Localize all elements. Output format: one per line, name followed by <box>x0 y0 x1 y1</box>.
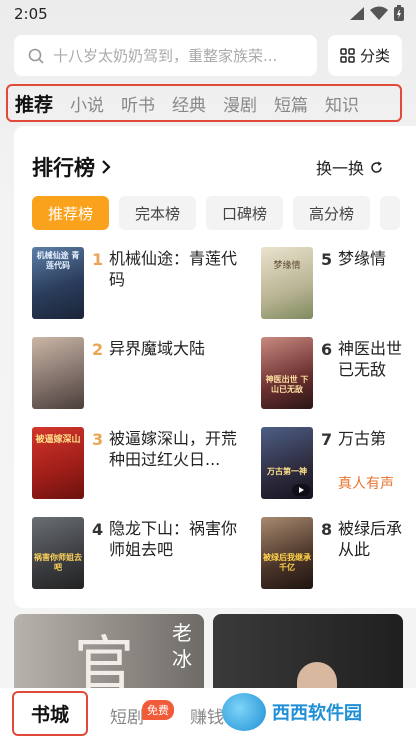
book-item[interactable]: 被逼嫁深山 3 被逼嫁深山，开荒种田过红火日... <box>32 427 262 505</box>
tab-audiobook[interactable]: 听书 <box>121 91 155 116</box>
tab-knowledge[interactable]: 知识 <box>325 91 359 116</box>
book-cover: 被绿后我继承千亿 <box>261 517 313 589</box>
book-cover: 万古第一神 <box>261 427 313 499</box>
book-item[interactable]: 梦缘情 5 梦缘情 <box>261 247 416 325</box>
book-title: 机械仙途：青莲代码 <box>109 249 238 289</box>
book-item[interactable]: 祸害你师姐去吧 4 隐龙下山：祸害你师姐去吧 <box>32 517 262 595</box>
nav-bookstore[interactable]: 书城 <box>12 691 88 736</box>
book-item[interactable]: 2 异界魔域大陆 <box>32 337 262 415</box>
nav-bookstore-label: 书城 <box>30 704 69 726</box>
promo-left-sub: 老冰 <box>172 621 192 671</box>
book-title: 异界魔域大陆 <box>109 339 206 358</box>
play-icon <box>292 484 310 496</box>
book-cover: 神医出世 下山已无敌 <box>261 337 313 409</box>
status-icons <box>350 5 404 21</box>
tab-novel[interactable]: 小说 <box>70 91 104 116</box>
book-cover-text: 梦缘情 <box>273 261 301 271</box>
book-rank: 4 <box>92 520 104 539</box>
ranking-card: 排行榜 换一换 推荐榜 完本榜 口碑榜 高分榜 机械仙途 青莲代码 1 机械仙途… <box>14 126 416 608</box>
nav-short-drama[interactable]: 短剧 <box>110 703 144 728</box>
ranking-title: 排行榜 <box>32 156 95 180</box>
free-badge: 免费 <box>142 700 174 720</box>
book-cover: 梦缘情 <box>261 247 313 319</box>
refresh-label: 换一换 <box>316 159 365 178</box>
book-title: 梦缘情 <box>338 249 387 268</box>
status-bar: 2:05 <box>0 0 416 28</box>
chip-reputation-list[interactable]: 口碑榜 <box>206 196 284 230</box>
book-cover-text: 万古第一神 <box>267 467 307 476</box>
book-tag: 真人有声 <box>338 476 394 492</box>
refresh-icon <box>371 161 382 173</box>
search-placeholder: 十八岁太奶奶驾到，重整家族荣... <box>53 47 278 65</box>
book-rank: 2 <box>92 340 104 359</box>
book-cover-text: 被绿后我继承千亿 <box>263 553 311 572</box>
book-rank: 5 <box>321 250 333 269</box>
category-label: 分类 <box>359 47 390 65</box>
chevron-right-icon <box>102 160 111 174</box>
top-nav-tabs: 推荐 小说 听书 经典 漫剧 短篇 知识 <box>6 84 402 122</box>
watermark-logo <box>222 693 266 731</box>
tab-short-story[interactable]: 短篇 <box>274 91 308 116</box>
book-title: 隐龙下山：祸害你师姐去吧 <box>109 519 238 559</box>
battery-icon <box>394 5 404 21</box>
tab-comic-drama[interactable]: 漫剧 <box>223 91 257 116</box>
book-title: 被绿后承 从此 <box>338 519 403 559</box>
chip-more[interactable] <box>380 196 401 230</box>
book-item[interactable]: 神医出世 下山已无敌 6 神医出世已无敌 <box>261 337 416 415</box>
book-rank: 6 <box>321 340 333 359</box>
wifi-icon <box>370 6 388 20</box>
chip-recommend-list[interactable]: 推荐榜 <box>32 196 110 230</box>
watermark-text: 西西软件园 <box>272 703 362 724</box>
cellular-icon <box>350 6 364 20</box>
book-rank: 1 <box>92 250 104 269</box>
refresh-button[interactable]: 换一换 <box>316 155 383 179</box>
tab-recommend[interactable]: 推荐 <box>15 90 53 117</box>
book-rank: 3 <box>92 430 104 449</box>
book-title: 神医出世已无敌 <box>338 339 403 379</box>
book-rank: 8 <box>321 520 333 539</box>
book-item[interactable]: 万古第一神 7 万古第 真人有声 <box>261 427 416 505</box>
book-cover-text: 祸害你师姐去吧 <box>34 553 82 572</box>
book-title: 万古第 <box>338 429 387 448</box>
ranking-header[interactable]: 排行榜 <box>32 152 111 182</box>
watermark: 西西软件园 <box>222 690 392 734</box>
chip-completed-list[interactable]: 完本榜 <box>119 196 197 230</box>
ranking-chips: 推荐榜 完本榜 口碑榜 高分榜 <box>32 196 401 230</box>
book-cover: 被逼嫁深山 <box>32 427 84 499</box>
nav-earn[interactable]: 赚钱 <box>190 703 224 728</box>
status-time: 2:05 <box>14 5 48 23</box>
book-title: 被逼嫁深山，开荒种田过红火日... <box>109 429 238 469</box>
book-rank: 7 <box>321 430 333 449</box>
grid-icon <box>340 48 355 63</box>
search-icon <box>28 48 44 64</box>
book-cover-text: 被逼嫁深山 <box>35 435 81 445</box>
chip-high-score-list[interactable]: 高分榜 <box>293 196 371 230</box>
book-cover <box>32 337 84 409</box>
book-cover: 祸害你师姐去吧 <box>32 517 84 589</box>
book-item[interactable]: 机械仙途 青莲代码 1 机械仙途：青莲代码 <box>32 247 262 325</box>
book-cover: 机械仙途 青莲代码 <box>32 247 84 319</box>
category-button[interactable]: 分类 <box>328 35 402 76</box>
book-item[interactable]: 被绿后我继承千亿 8 被绿后承 从此 <box>261 517 416 595</box>
book-cover-text: 机械仙途 青莲代码 <box>36 251 80 270</box>
tab-classic[interactable]: 经典 <box>172 91 206 116</box>
search-bar[interactable]: 十八岁太奶奶驾到，重整家族荣... <box>14 35 317 76</box>
bottom-nav: 书城 短剧 免费 赚钱 西西软件园 <box>0 688 416 740</box>
book-cover-text: 神医出世 下山已无敌 <box>265 375 309 394</box>
